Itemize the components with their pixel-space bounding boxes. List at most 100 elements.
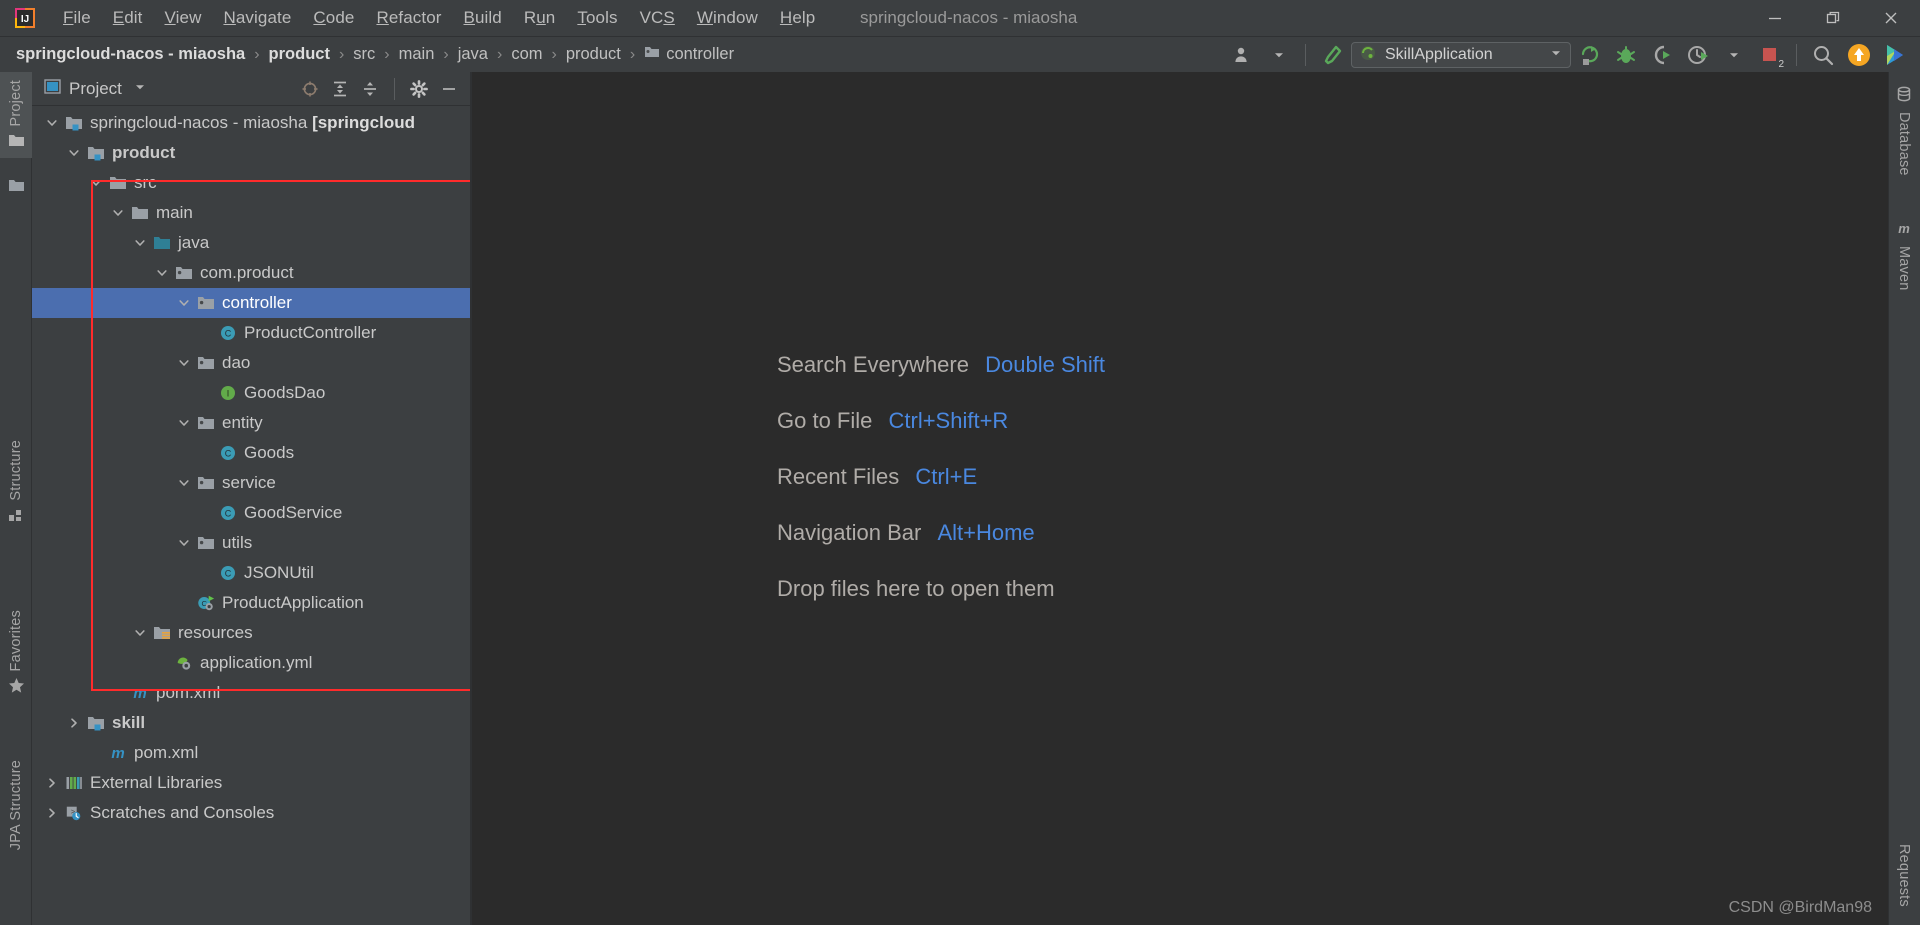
- chevron-down-icon[interactable]: [176, 415, 192, 431]
- chevron-right-icon[interactable]: [66, 715, 82, 731]
- sidebar-item-project[interactable]: Project: [0, 72, 32, 158]
- svg-text:m: m: [133, 685, 146, 702]
- project-tree-container[interactable]: springcloud-nacos - miaosha [springcloud…: [32, 106, 470, 925]
- tree-node-src[interactable]: src: [32, 168, 470, 198]
- collapse-all-icon[interactable]: [357, 76, 383, 102]
- tree-node-productcontroller[interactable]: C ProductController: [32, 318, 470, 348]
- profiler-icon[interactable]: [1681, 39, 1715, 71]
- chevron-down-icon[interactable]: [132, 625, 148, 641]
- user-avatar-icon[interactable]: [1226, 39, 1260, 71]
- tree-node-label: GoodService: [244, 503, 343, 522]
- menu-build[interactable]: Build: [453, 6, 513, 30]
- breadcrumb-item-main[interactable]: main: [397, 45, 437, 64]
- tree-node-goodservice[interactable]: C GoodService: [32, 498, 470, 528]
- run-icon[interactable]: [1573, 39, 1607, 71]
- sidebar-item-jpa-structure[interactable]: JPA Structure: [0, 752, 32, 858]
- tree-node-pom-xml[interactable]: m pom.xml: [32, 738, 470, 768]
- menu-refactor[interactable]: Refactor: [365, 6, 452, 30]
- tree-node-controller[interactable]: controller: [32, 288, 470, 318]
- menu-edit[interactable]: Edit: [102, 6, 154, 30]
- breadcrumb-item-src[interactable]: src: [351, 45, 377, 64]
- chevron-down-icon[interactable]: [176, 355, 192, 371]
- chevron-down-icon[interactable]: [44, 115, 60, 131]
- close-icon[interactable]: [1862, 0, 1920, 36]
- menu-run[interactable]: Run: [513, 6, 567, 30]
- select-opened-file-icon[interactable]: [297, 76, 323, 102]
- tree-node-springcloud-nacos-miaosha-springcloud[interactable]: springcloud-nacos - miaosha [springcloud: [32, 108, 470, 138]
- menu-help[interactable]: Help: [769, 6, 826, 30]
- resources-root-icon: [153, 624, 171, 642]
- chevron-down-icon[interactable]: [66, 145, 82, 161]
- tree-node-jsonutil[interactable]: C JSONUtil: [32, 558, 470, 588]
- tree-node-skill[interactable]: skill: [32, 708, 470, 738]
- breadcrumb-item-project[interactable]: springcloud-nacos - miaosha: [14, 45, 247, 64]
- tree-node-scratches-and-consoles[interactable]: > Scratches and Consoles: [32, 798, 470, 828]
- menu-tools[interactable]: Tools: [566, 6, 628, 30]
- debug-icon[interactable]: [1609, 39, 1643, 71]
- menu-file[interactable]: File: [52, 6, 102, 30]
- chevron-down-icon[interactable]: [132, 235, 148, 251]
- tree-node-application-yml[interactable]: application.yml: [32, 648, 470, 678]
- tree-node-com-product[interactable]: com.product: [32, 258, 470, 288]
- tree-node-utils[interactable]: utils: [32, 528, 470, 558]
- sidebar-item-folder[interactable]: [0, 172, 32, 199]
- tree-node-service[interactable]: service: [32, 468, 470, 498]
- svg-text:m: m: [111, 745, 124, 762]
- chevron-down-icon[interactable]: [176, 295, 192, 311]
- folder-icon: [109, 174, 127, 192]
- chevron-down-icon[interactable]: [1717, 39, 1751, 71]
- menu-window[interactable]: Window: [686, 6, 769, 30]
- tree-node-main[interactable]: main: [32, 198, 470, 228]
- breadcrumb-item-java[interactable]: java: [456, 45, 490, 64]
- sidebar-item-requests[interactable]: Requests: [1888, 836, 1920, 915]
- breadcrumb-item-com[interactable]: com: [509, 45, 544, 64]
- idea-assistant-icon[interactable]: [1878, 39, 1912, 71]
- tree-node-goodsdao[interactable]: I GoodsDao: [32, 378, 470, 408]
- tree-node-resources[interactable]: resources: [32, 618, 470, 648]
- menu-vcs[interactable]: VCS: [629, 6, 686, 30]
- editor-empty-area[interactable]: Search Everywhere Double Shift Go to Fil…: [472, 72, 1888, 925]
- update-project-icon[interactable]: [1842, 39, 1876, 71]
- chevron-down-icon[interactable]: [134, 80, 146, 98]
- run-configuration-selector[interactable]: SkillApplication: [1351, 42, 1571, 68]
- minimize-icon[interactable]: [1746, 0, 1804, 36]
- breadcrumb-item-controller[interactable]: controller: [642, 45, 736, 64]
- chevron-down-icon[interactable]: [88, 175, 104, 191]
- restore-icon[interactable]: [1804, 0, 1862, 36]
- sidebar-item-maven[interactable]: m Maven: [1888, 212, 1920, 299]
- menu-view[interactable]: View: [154, 6, 213, 30]
- build-hammer-icon[interactable]: [1315, 39, 1349, 71]
- tree-node-label: product: [112, 143, 176, 162]
- chevron-right-icon[interactable]: [44, 775, 60, 791]
- tree-node-goods[interactable]: C Goods: [32, 438, 470, 468]
- menu-code[interactable]: Code: [302, 6, 365, 30]
- chevron-down-icon[interactable]: [154, 265, 170, 281]
- chevron-down-icon[interactable]: [176, 475, 192, 491]
- hide-panel-icon[interactable]: [436, 76, 462, 102]
- tree-node-java[interactable]: java: [32, 228, 470, 258]
- tree-node-external-libraries[interactable]: External Libraries: [32, 768, 470, 798]
- sidebar-item-structure[interactable]: Structure: [0, 432, 32, 531]
- tree-node-productapplication[interactable]: C ProductApplication: [32, 588, 470, 618]
- settings-gear-icon[interactable]: [406, 76, 432, 102]
- run-with-coverage-icon[interactable]: [1645, 39, 1679, 71]
- chevron-down-icon[interactable]: [176, 535, 192, 551]
- chevron-down-icon[interactable]: [1550, 46, 1562, 64]
- search-icon[interactable]: [1806, 39, 1840, 71]
- stop-icon[interactable]: 2: [1753, 39, 1787, 71]
- tree-node-dao[interactable]: dao: [32, 348, 470, 378]
- tree-node-label: service: [222, 473, 276, 492]
- chevron-down-icon[interactable]: [110, 205, 126, 221]
- expand-all-icon[interactable]: [327, 76, 353, 102]
- breadcrumb-item-product[interactable]: product: [564, 45, 623, 64]
- menu-navigate[interactable]: Navigate: [212, 6, 302, 30]
- tree-node-entity[interactable]: entity: [32, 408, 470, 438]
- project-tree[interactable]: springcloud-nacos - miaosha [springcloud…: [32, 106, 470, 828]
- breadcrumb-item-module[interactable]: product: [267, 45, 332, 64]
- sidebar-item-database[interactable]: Database: [1888, 78, 1920, 184]
- sidebar-item-favorites[interactable]: Favorites: [0, 602, 32, 702]
- tree-node-pom-xml[interactable]: m pom.xml: [32, 678, 470, 708]
- chevron-right-icon[interactable]: [44, 805, 60, 821]
- tree-node-product[interactable]: product: [32, 138, 470, 168]
- chevron-down-icon[interactable]: [1262, 39, 1296, 71]
